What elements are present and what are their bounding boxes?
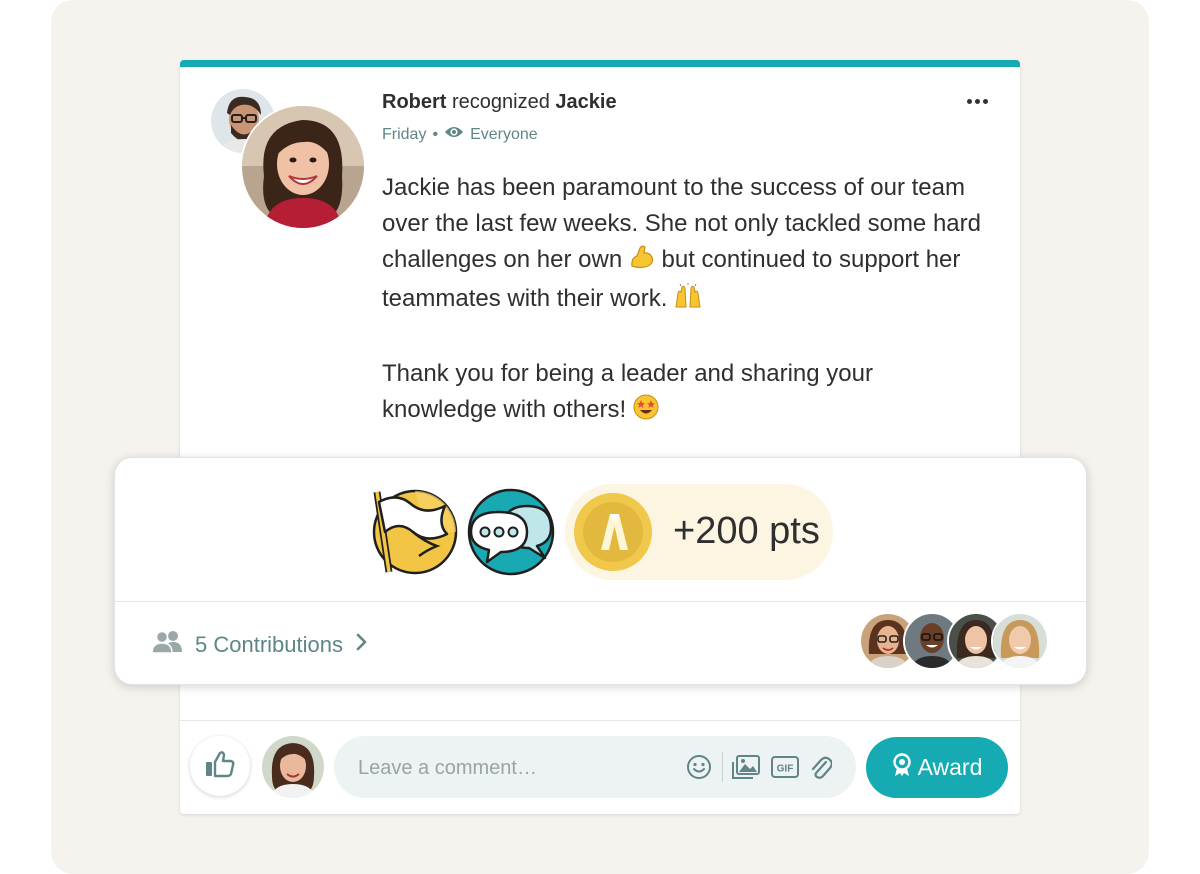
- comment-input[interactable]: [356, 753, 660, 783]
- eye-icon: [444, 125, 464, 144]
- message-text-2: Thank you for being a leader and sharing…: [382, 360, 873, 423]
- audience-label[interactable]: Everyone: [470, 126, 538, 144]
- award-ribbon-icon: [892, 753, 912, 782]
- post-message: Jackie has been paramount to the success…: [382, 170, 992, 467]
- star-struck-icon: [633, 394, 659, 431]
- flexed-biceps-icon: [629, 244, 655, 281]
- award-divider: [115, 601, 1086, 602]
- emoji-picker-icon[interactable]: [684, 752, 714, 782]
- composer-divider: [180, 720, 1020, 721]
- points-pill: +200 pts: [565, 484, 833, 580]
- gif-label: GIF: [777, 764, 794, 775]
- author-name[interactable]: Robert: [382, 91, 446, 113]
- award-button[interactable]: Award: [866, 737, 1008, 798]
- raising-hands-icon: [674, 283, 702, 320]
- dot: [974, 98, 980, 104]
- recognition-post-card: Robert recognized Jackie Friday • Everyo…: [180, 60, 1020, 814]
- image-upload-icon[interactable]: [731, 752, 761, 782]
- contributor-avatars[interactable]: [859, 612, 1049, 670]
- action-text: recognized: [452, 91, 550, 113]
- dot: [982, 98, 988, 104]
- comment-box: GIF: [334, 736, 856, 798]
- award-button-label: Award: [917, 754, 983, 780]
- current-user-avatar: [262, 736, 324, 798]
- dot: [966, 98, 972, 104]
- paperclip-icon[interactable]: [806, 752, 836, 782]
- recipient-name[interactable]: Jackie: [555, 91, 616, 113]
- coin-icon: [573, 492, 653, 572]
- award-summary-card: +200 pts 5 Contributions: [114, 457, 1087, 685]
- gif-icon[interactable]: GIF: [770, 752, 800, 782]
- contributions-label: 5 Contributions: [195, 631, 343, 657]
- post-header: Robert recognized Jackie: [382, 91, 617, 114]
- thumbs-up-icon: [205, 750, 235, 783]
- meta-separator: •: [432, 125, 439, 143]
- more-options-button[interactable]: [962, 90, 992, 112]
- recipient-avatar[interactable]: [240, 104, 366, 230]
- post-meta: Friday • Everyone: [382, 125, 538, 144]
- message-paragraph-1: Jackie has been paramount to the success…: [382, 170, 992, 320]
- chevron-right-icon: [355, 632, 369, 657]
- chat-bubbles-badge-icon[interactable]: [465, 486, 557, 578]
- post-date: Friday: [382, 125, 427, 143]
- flag-badge-icon[interactable]: [367, 486, 459, 578]
- message-paragraph-2: Thank you for being a leader and sharing…: [382, 356, 992, 431]
- contributor-avatar: [991, 612, 1049, 670]
- like-button[interactable]: [190, 736, 250, 796]
- card-accent-bar: [180, 60, 1020, 67]
- badge-row: +200 pts: [367, 484, 833, 580]
- contributions-link[interactable]: 5 Contributions: [151, 630, 369, 659]
- composer-separator: [722, 752, 723, 782]
- points-amount: +200 pts: [673, 510, 820, 552]
- people-group-icon: [151, 630, 183, 659]
